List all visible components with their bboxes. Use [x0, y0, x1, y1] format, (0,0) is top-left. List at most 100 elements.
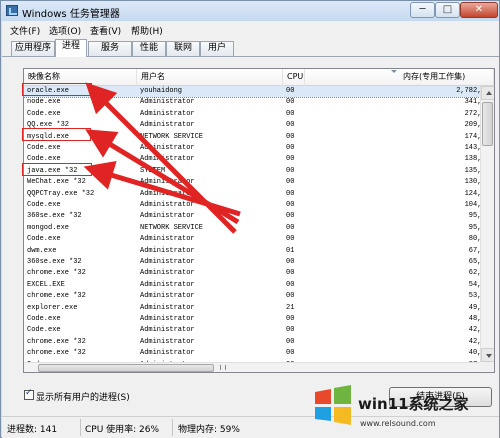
vertical-scrollbar[interactable]	[480, 86, 494, 362]
process-user: NETWORK SERVICE	[140, 223, 204, 232]
process-name: chrome.exe *32	[27, 269, 86, 278]
column-memory[interactable]: 内存(专用工作集)	[305, 69, 494, 86]
process-row[interactable]: oracle.exe youhaidong 00 2,782,540	[24, 86, 480, 99]
process-name: Code.exe	[27, 201, 61, 209]
horizontal-scroll-thumb[interactable]	[38, 364, 214, 372]
sort-descending-icon	[391, 70, 397, 73]
tab-performance[interactable]: 性能	[132, 41, 166, 56]
process-cpu: 00	[286, 315, 295, 323]
process-cpu: 00	[286, 292, 295, 301]
process-row[interactable]: Code.exe Administrator 00 42,928	[24, 325, 480, 336]
process-list[interactable]: 映像名称 用户名 CPU 内存(专用工作集) oracle.exe youhaid…	[23, 68, 495, 373]
show-all-users-label: 显示所有用户的进程(S)	[36, 393, 130, 403]
vertical-scroll-thumb[interactable]	[482, 102, 493, 146]
process-cpu: 21	[286, 303, 295, 312]
minimize-button[interactable]: ─	[410, 2, 435, 18]
process-row[interactable]: chrome.exe *32 Administrator 00 53,268	[24, 291, 480, 302]
process-cpu: 00	[286, 132, 295, 141]
process-user: Administrator	[140, 280, 195, 289]
process-name: 360se.exe *32	[27, 258, 82, 266]
process-row[interactable]: WeChat.exe *32 Administrator 00 130,992	[24, 177, 480, 188]
process-row[interactable]: Code.exe Administrator 00 104,284	[24, 200, 480, 211]
horizontal-scrollbar[interactable]	[24, 362, 480, 372]
column-user-name[interactable]: 用户名	[137, 69, 283, 86]
scroll-up-arrow-icon[interactable]	[481, 86, 494, 100]
process-name: mongod.exe	[27, 223, 70, 232]
column-cpu[interactable]: CPU	[283, 69, 305, 86]
process-name: Code.exe	[27, 315, 61, 323]
process-user: Administrator	[140, 303, 195, 312]
process-row[interactable]: chrome.exe *32 Administrator 00 62,136	[24, 268, 480, 279]
tab-networking[interactable]: 联网	[166, 41, 200, 56]
process-memory: 42,928	[468, 326, 480, 335]
process-memory: 341,964	[464, 98, 480, 107]
process-row[interactable]: chrome.exe *32 Administrator 00 40,216	[24, 348, 480, 359]
process-memory: 95,520	[468, 223, 480, 232]
status-physical-memory: 物理内存: 59%	[178, 425, 240, 435]
process-row[interactable]: Code.exe Administrator 00 80,924	[24, 234, 480, 245]
process-memory: 124,244	[464, 189, 480, 198]
scroll-corner	[480, 362, 494, 372]
process-cpu: 00	[286, 258, 295, 266]
process-memory: 95,712	[468, 212, 480, 221]
menu-view[interactable]: 查看(V)	[90, 24, 121, 37]
tab-processes[interactable]: 进程	[55, 39, 87, 57]
process-row[interactable]: QQ.exe *32 Administrator 00 209,584	[24, 120, 480, 131]
process-name: oracle.exe	[27, 87, 70, 95]
process-row[interactable]: QQPCTray.exe *32 Administrator 00 124,244	[24, 189, 480, 200]
tab-users[interactable]: 用户	[200, 41, 234, 56]
menu-help[interactable]: 帮助(H)	[131, 24, 163, 37]
process-user: Administrator	[140, 189, 195, 198]
process-name: Code.exe	[27, 109, 61, 118]
process-row[interactable]: mysqld.exe NETWORK SERVICE 00 174,608	[24, 132, 480, 143]
process-row[interactable]: mongod.exe NETWORK SERVICE 00 95,520	[24, 223, 480, 234]
process-memory: 130,992	[464, 178, 480, 187]
process-cpu: 00	[286, 87, 295, 95]
process-name: QQ.exe *32	[27, 121, 70, 130]
process-row[interactable]: node.exe Administrator 00 341,964	[24, 97, 480, 108]
close-button[interactable]: ✕	[460, 2, 498, 18]
title-bar[interactable]: Windows 任务管理器 ─ □ ✕	[1, 1, 499, 21]
process-name: Code.exe	[27, 144, 61, 152]
process-row[interactable]: EXCEL.EXE Administrator 00 54,284	[24, 280, 480, 291]
tab-strip: 应用程序 进程 服务 性能 联网 用户	[2, 38, 499, 57]
processes-panel: 映像名称 用户名 CPU 内存(专用工作集) oracle.exe youhaid…	[2, 56, 499, 416]
process-cpu: 00	[286, 337, 295, 346]
process-cpu: 00	[286, 109, 295, 118]
menu-options[interactable]: 选项(O)	[49, 24, 81, 37]
maximize-button[interactable]: □	[435, 2, 460, 18]
process-memory: 143,696	[464, 144, 480, 152]
process-row[interactable]: java.exe *32 SYSTEM 00 135,292	[24, 166, 480, 177]
process-memory: 65,328	[468, 258, 480, 266]
process-row[interactable]: Code.exe Administrator 00 143,696	[24, 143, 480, 154]
process-memory: 209,584	[464, 121, 480, 130]
process-memory: 62,136	[468, 269, 480, 278]
watermark-text: win11系统之家	[358, 395, 469, 413]
tab-services[interactable]: 服务	[88, 41, 132, 56]
process-memory: 2,782,540	[456, 87, 480, 95]
process-cpu: 00	[286, 223, 295, 232]
process-row[interactable]: Code.exe Administrator 00 272,492	[24, 109, 480, 120]
process-row[interactable]: explorer.exe Administrator 21 49,320	[24, 303, 480, 314]
windows-logo-icon	[315, 385, 351, 425]
process-user: Administrator	[140, 337, 195, 346]
column-image-name[interactable]: 映像名称	[24, 69, 137, 86]
menu-file[interactable]: 文件(F)	[10, 24, 40, 37]
process-row[interactable]: Code.exe Administrator 00 138,816	[24, 154, 480, 165]
show-all-users-checkbox[interactable]	[24, 388, 34, 400]
process-user: Administrator	[140, 269, 195, 278]
process-cpu: 00	[286, 201, 295, 209]
process-row[interactable]: 360se.exe *32 Administrator 00 95,712	[24, 211, 480, 222]
process-row[interactable]: dwm.exe Administrator 01 67,336	[24, 246, 480, 257]
list-header: 映像名称 用户名 CPU 内存(专用工作集)	[24, 69, 494, 86]
process-memory: 67,336	[468, 246, 480, 255]
process-cpu: 00	[286, 166, 295, 175]
scroll-down-arrow-icon[interactable]	[481, 348, 494, 362]
tab-applications[interactable]: 应用程序	[11, 41, 55, 56]
process-user: Administrator	[140, 235, 195, 244]
process-memory: 135,292	[464, 166, 480, 175]
process-row[interactable]: chrome.exe *32 Administrator 00 42,624	[24, 337, 480, 348]
process-row[interactable]: Code.exe Administrator 00 48,200	[24, 314, 480, 325]
process-name: mysqld.exe	[27, 132, 70, 141]
process-row[interactable]: 360se.exe *32 Administrator 00 65,328	[24, 257, 480, 268]
